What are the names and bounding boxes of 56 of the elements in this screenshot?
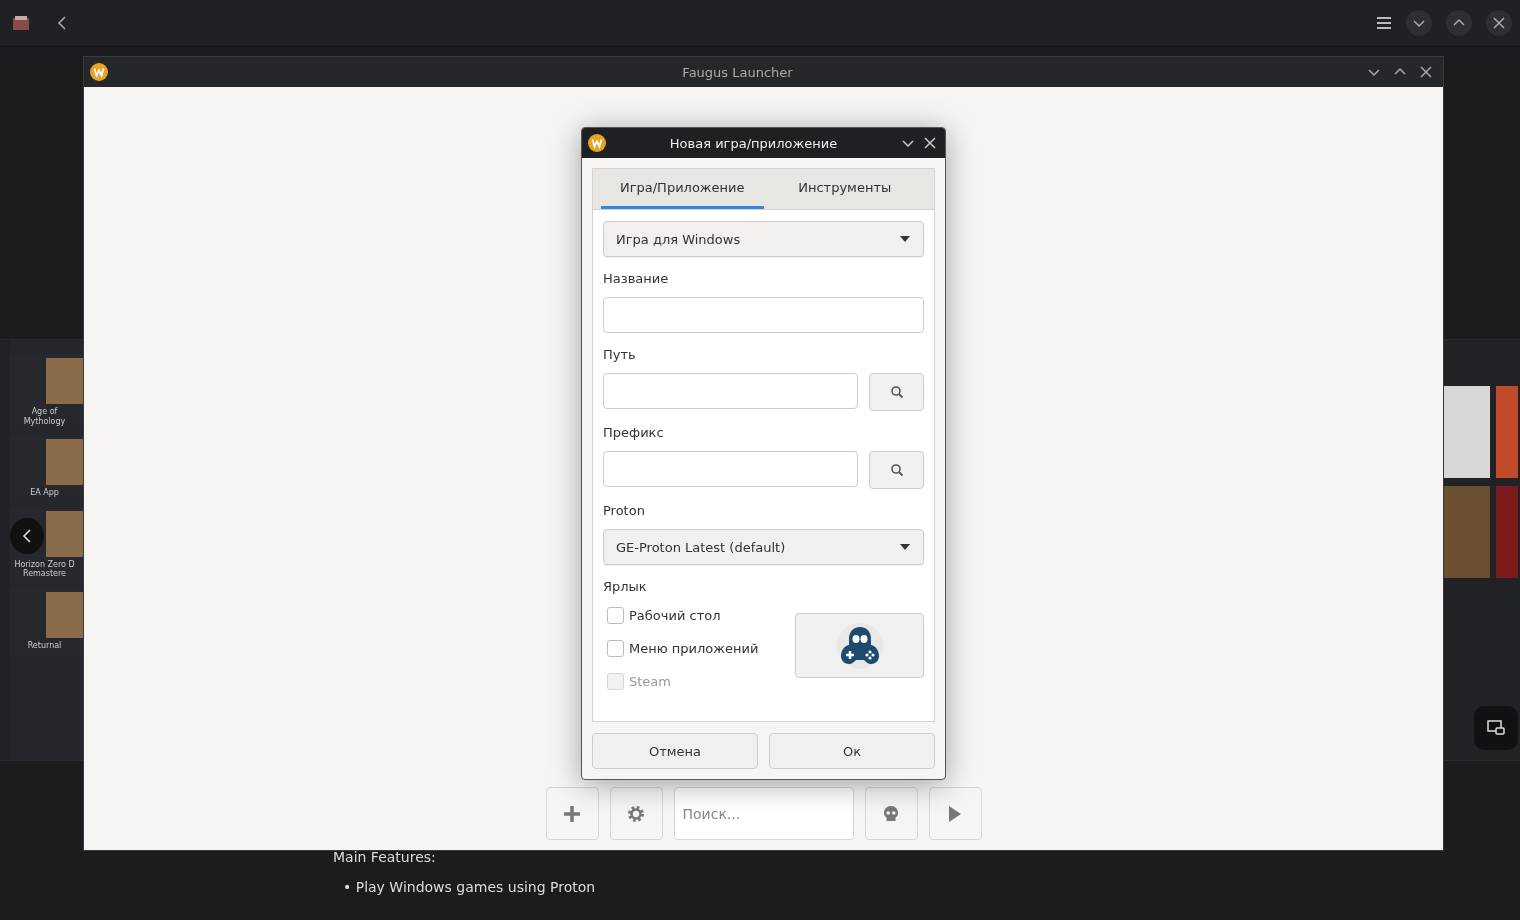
search-field[interactable]: Поиск... <box>673 787 854 840</box>
play-icon <box>948 804 962 823</box>
plus-icon <box>563 804 581 823</box>
tab[interactable]: Инструменты <box>763 169 926 209</box>
field-label: Префикс <box>603 425 665 440</box>
checkbox-label: Меню приложений <box>629 641 759 656</box>
window-title: Faugus Launcher <box>681 64 794 80</box>
checkbox-label: Steam <box>629 674 671 689</box>
game-title: Age of Mythology <box>22 407 67 427</box>
play-button[interactable] <box>928 787 982 840</box>
back-icon[interactable] <box>56 15 68 31</box>
game-title: EA App <box>29 488 60 498</box>
browse-button[interactable] <box>869 373 924 411</box>
field-label: Proton <box>603 503 646 518</box>
close-icon[interactable] <box>923 136 937 150</box>
caret-icon <box>899 543 911 551</box>
close-icon[interactable] <box>1419 65 1433 79</box>
add-button[interactable] <box>545 787 599 840</box>
game-type-dropdown[interactable]: Игра для Windows <box>603 221 924 257</box>
checkbox[interactable] <box>607 640 624 657</box>
dialog-button[interactable]: Отмена <box>592 733 758 769</box>
game-title: Horizon Zero D Remastere <box>13 559 76 579</box>
field-label: Название <box>603 271 670 286</box>
input-field[interactable] <box>603 451 858 487</box>
store-logo-placeholder[interactable] <box>1442 386 1490 478</box>
icon-button[interactable] <box>795 613 924 678</box>
checkbox-label: Рабочий стол <box>629 608 721 623</box>
chevron-left-icon <box>21 528 33 544</box>
dialog-title: Новая игра/приложение <box>668 135 839 151</box>
input-field[interactable] <box>603 297 924 333</box>
close-icon[interactable] <box>1492 16 1506 30</box>
caret-icon <box>899 235 911 243</box>
features-heading: Main Features: <box>333 849 437 865</box>
feature-item: • Play Windows games using Proton <box>342 879 597 895</box>
picture-in-picture-button[interactable] <box>1474 706 1518 750</box>
checkbox[interactable] <box>607 607 624 624</box>
search-icon <box>889 385 904 399</box>
search-icon <box>889 463 904 477</box>
picture-in-picture-icon <box>1487 720 1505 736</box>
settings-button[interactable] <box>609 787 663 840</box>
skull-icon <box>883 804 899 823</box>
logo-icon <box>588 134 606 152</box>
input-field[interactable] <box>603 373 858 409</box>
penguin-gamepad-icon <box>836 622 883 669</box>
dialog-button[interactable]: Ок <box>769 733 935 769</box>
proton-dropdown[interactable]: GE-Proton Latest (default) <box>603 529 924 565</box>
game-title: Returnal <box>26 640 63 651</box>
field-label: Ярлык <box>603 579 648 594</box>
kill-button[interactable] <box>864 787 918 840</box>
store-icon[interactable] <box>12 15 30 31</box>
field-label: Путь <box>603 347 637 362</box>
menu-icon[interactable] <box>1376 16 1392 30</box>
settings-icon <box>627 804 645 823</box>
browse-button[interactable] <box>869 451 924 489</box>
logo-icon <box>90 63 108 81</box>
game-cover-placeholder[interactable] <box>1442 486 1490 578</box>
